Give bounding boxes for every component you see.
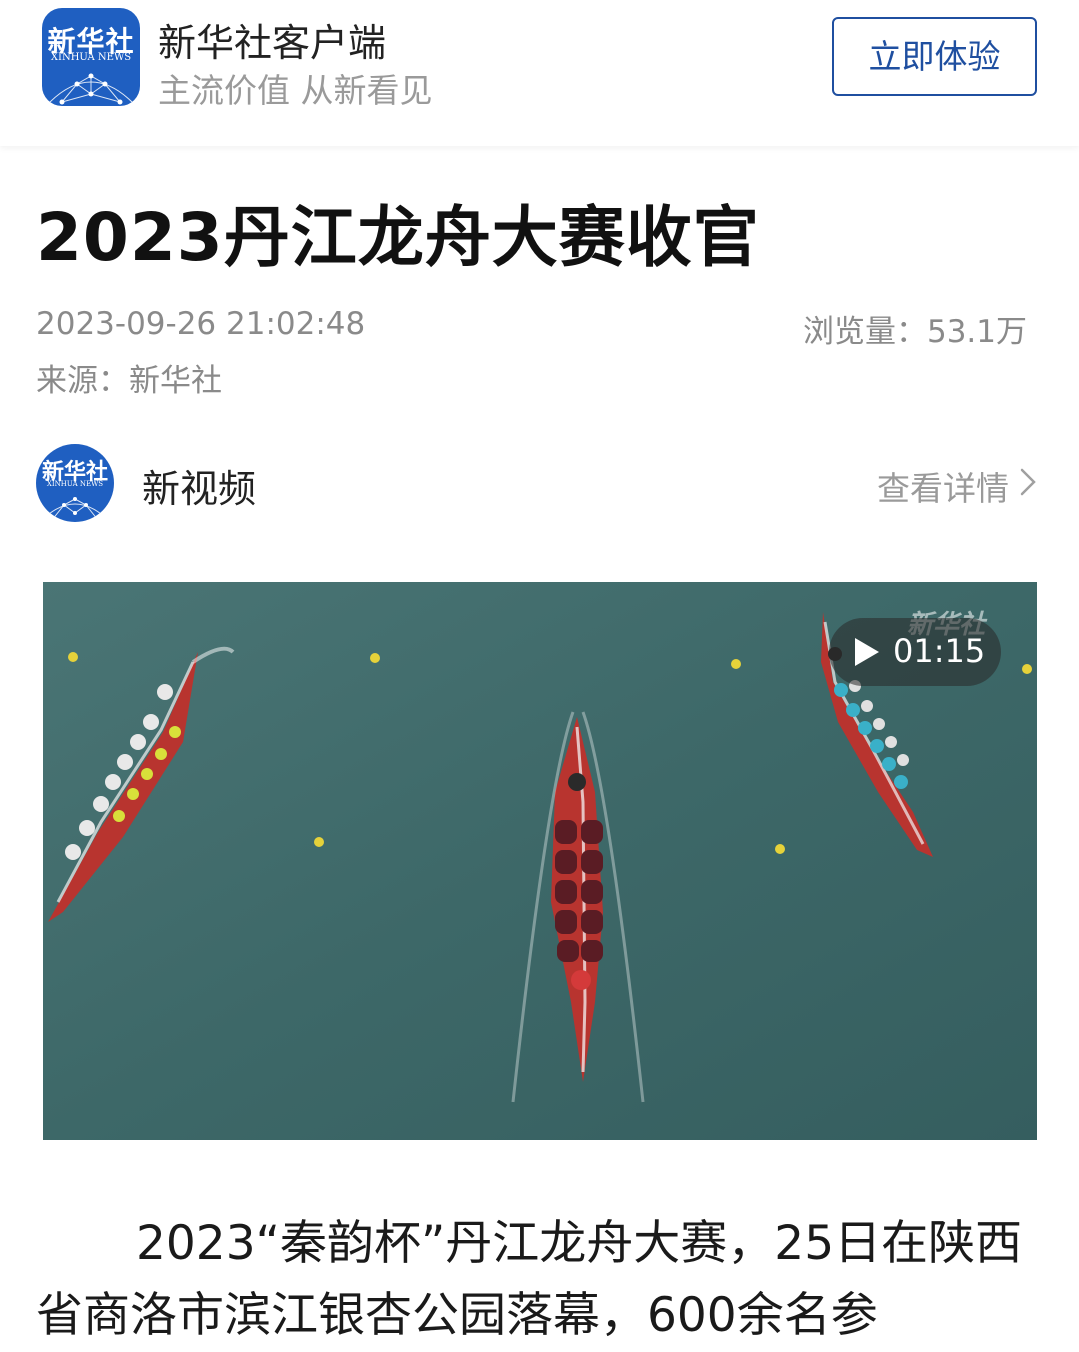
channel-name[interactable]: 新视频	[142, 458, 256, 513]
video-player[interactable]: 新华社 01:15	[43, 582, 1037, 1140]
try-now-button[interactable]: 立即体验	[832, 17, 1037, 96]
app-name: 新华社客户端	[158, 21, 387, 65]
view-details-link[interactable]: 查看详情	[877, 462, 1009, 510]
article-title: 2023丹江龙舟大赛收官	[36, 199, 760, 276]
publish-time: 2023-09-26 21:02:48	[36, 306, 366, 342]
video-duration: 01:15	[893, 632, 986, 670]
play-icon[interactable]	[851, 636, 881, 668]
app-slogan: 主流价值 从新看见	[158, 71, 433, 110]
avatar-logo-subtext: XINHUA NEWS	[46, 480, 104, 488]
network-globe-icon	[41, 497, 109, 521]
network-globe-icon	[49, 73, 133, 105]
view-count: 浏览量：53.1万	[802, 314, 1027, 350]
article-source: 来源：新华社	[36, 363, 222, 399]
chevron-right-icon[interactable]	[1017, 464, 1041, 500]
play-duration-badge[interactable]: 01:15	[829, 618, 1001, 686]
xinhua-app-logo[interactable]: 新华社 XINHUA NEWS	[42, 8, 140, 106]
article-paragraph: 2023“秦韵杯”丹江龙舟大赛，25日在陕西省商洛市滨江银杏公园落幕，600余名…	[36, 1216, 1023, 1343]
channel-avatar[interactable]: 新华社 XINHUA NEWS	[36, 444, 114, 522]
app-download-banner: 新华社 XINHUA NEWS 新华社客户端 主流价值 从新看见 立即体验	[0, 0, 1079, 146]
